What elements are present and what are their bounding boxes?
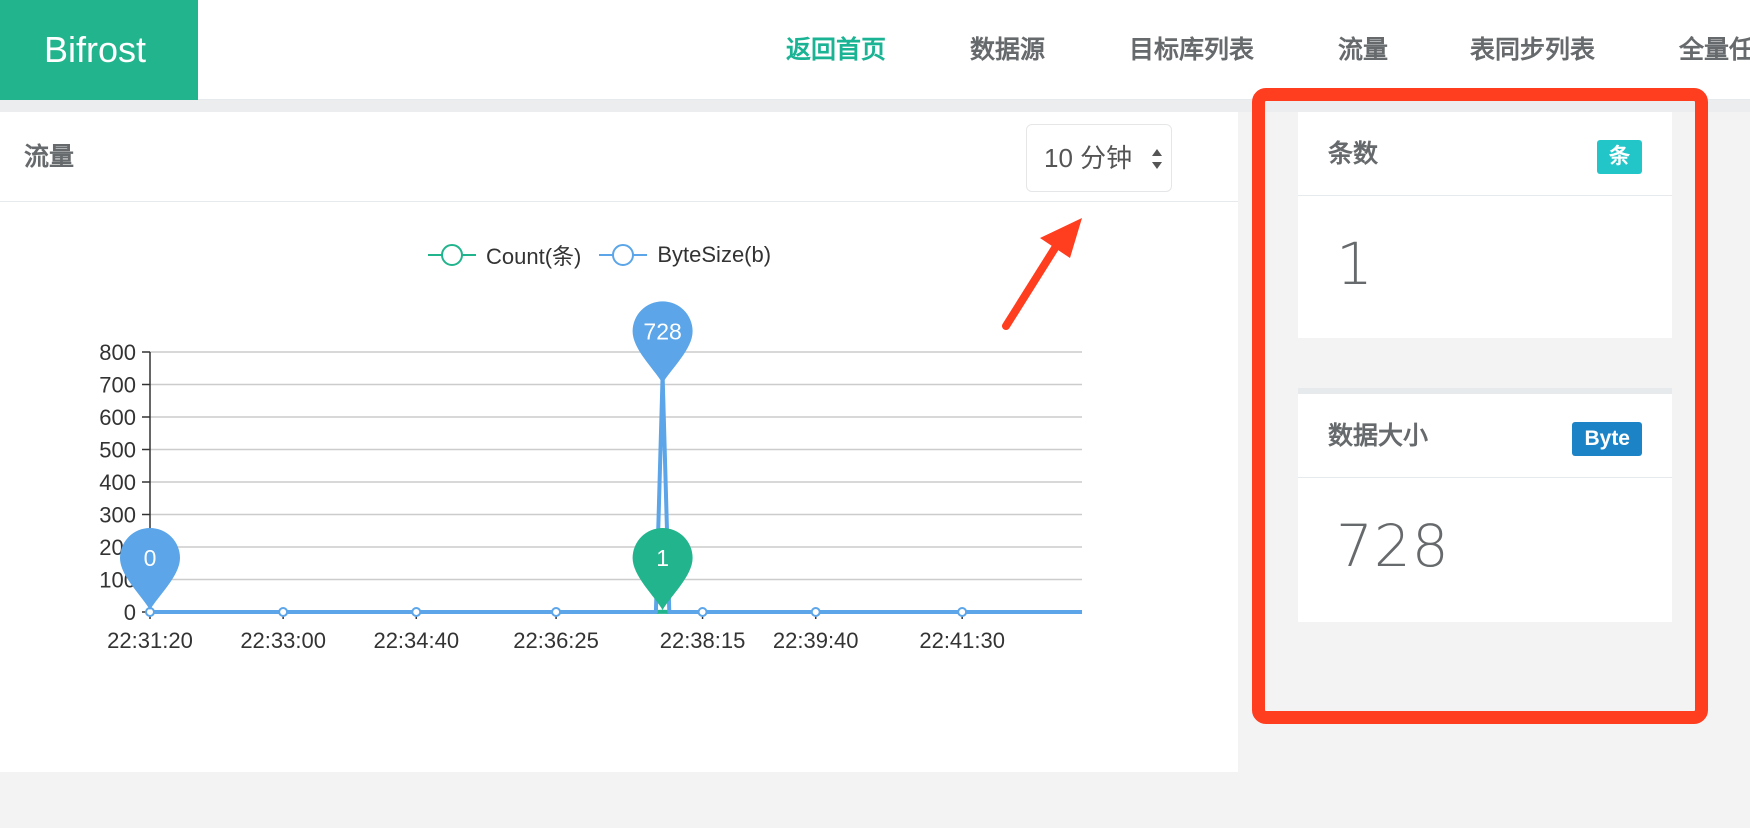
x-tick-label: 22:41:30 [919, 628, 1005, 653]
highlight-box [1252, 88, 1708, 724]
x-tick-label: 22:33:00 [240, 628, 326, 653]
count-max-pin-label: 1 [656, 545, 669, 571]
data-point [810, 607, 821, 617]
x-tick-label: 22:39:40 [773, 628, 859, 653]
y-tick-label: 800 [99, 340, 136, 365]
y-tick-label: 600 [99, 405, 136, 430]
x-tick-label: 22:34:40 [373, 628, 459, 653]
y-tick-label: 700 [99, 373, 136, 398]
data-point [957, 607, 968, 617]
data-point [551, 607, 562, 617]
x-tick-label: 22:36:25 [513, 628, 599, 653]
bytesize-min-pin-label: 0 [144, 545, 157, 571]
x-tick-label: 22:38:15 [660, 628, 746, 653]
y-tick-label: 500 [99, 438, 136, 463]
data-point [697, 607, 708, 617]
y-tick-label: 400 [99, 470, 136, 495]
data-point [411, 607, 422, 617]
flow-line-chart: 010020030040050060070080022:31:20 22:33:0… [99, 301, 1082, 653]
y-tick-label: 0 [124, 600, 136, 625]
series-line-bytesize [150, 373, 1082, 614]
nav-table-sync-list[interactable]: 表同步列表 [1470, 0, 1595, 100]
y-tick-label: 300 [99, 503, 136, 528]
annotation-arrow-icon [1002, 218, 1082, 330]
x-tick-label: 22:31:20 [107, 628, 193, 653]
nav-full-task[interactable]: 全量任 [1679, 0, 1750, 100]
nav-flow[interactable]: 流量 [1338, 0, 1388, 100]
bytesize-max-pin-label: 728 [643, 318, 681, 344]
data-point [278, 607, 289, 617]
